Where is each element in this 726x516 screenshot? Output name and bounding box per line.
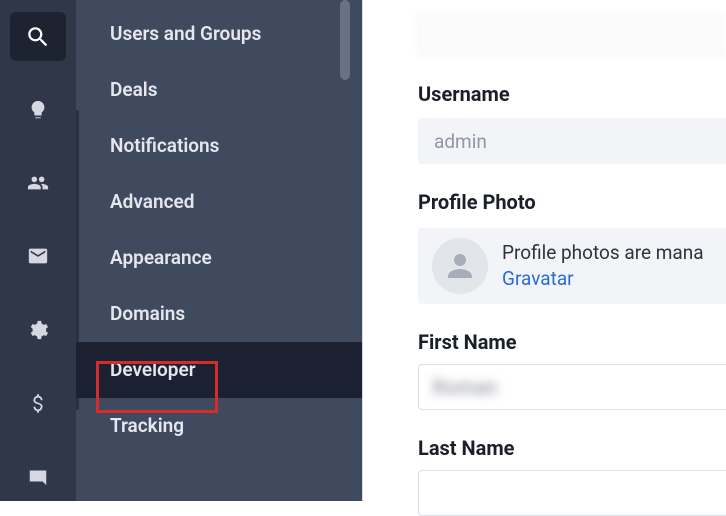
- sidebar-item-label: Users and Groups: [110, 22, 261, 45]
- sidebar-item-appearance[interactable]: Appearance: [76, 230, 362, 286]
- mail-icon[interactable]: [10, 232, 66, 281]
- chat-icon[interactable]: [10, 452, 66, 501]
- dollar-icon[interactable]: [10, 378, 66, 427]
- main-content: Username admin Profile Photo Profile pho…: [362, 0, 726, 501]
- sidebar-item-notifications[interactable]: Notifications: [76, 118, 362, 174]
- profile-photo-row: Profile photos are mana Gravatar: [418, 228, 726, 304]
- person-icon: [442, 248, 478, 284]
- icon-sidebar: [0, 0, 76, 501]
- first-name-value: Roman: [433, 376, 498, 399]
- username-label: Username: [418, 82, 726, 106]
- sidebar-item-users-and-groups[interactable]: Users and Groups: [76, 6, 362, 62]
- last-name-label: Last Name: [418, 436, 726, 460]
- sidebar-item-developer[interactable]: Developer: [76, 342, 362, 398]
- first-name-input[interactable]: Roman: [418, 364, 726, 410]
- sidebar-item-advanced[interactable]: Advanced: [76, 174, 362, 230]
- gravatar-link[interactable]: Gravatar: [502, 267, 574, 290]
- sidebar-item-deals[interactable]: Deals: [76, 62, 362, 118]
- sidebar-item-label: Domains: [110, 302, 185, 325]
- search-icon[interactable]: [10, 12, 66, 61]
- people-icon[interactable]: [10, 159, 66, 208]
- first-name-label: First Name: [418, 330, 726, 354]
- sidebar-item-label: Deals: [110, 78, 158, 101]
- sidebar-item-label: Notifications: [110, 134, 219, 157]
- sidebar-item-label: Appearance: [110, 246, 212, 269]
- sidebar-item-label: Tracking: [110, 414, 184, 437]
- lightbulb-icon[interactable]: [10, 85, 66, 134]
- profile-photo-label: Profile Photo: [418, 190, 726, 214]
- username-value: admin: [434, 130, 487, 153]
- gear-sync-icon[interactable]: [10, 305, 66, 354]
- main-scroll-track: [362, 0, 363, 501]
- profile-photo-text: Profile photos are mana Gravatar: [502, 240, 704, 291]
- settings-sidebar: Users and Groups Deals Notifications Adv…: [76, 0, 362, 501]
- avatar: [432, 238, 488, 294]
- sidebar-item-domains[interactable]: Domains: [76, 286, 362, 342]
- sidebar-item-tracking[interactable]: Tracking: [76, 398, 362, 454]
- blurred-field: [418, 12, 726, 56]
- sidebar-item-label: Advanced: [110, 190, 194, 213]
- username-input[interactable]: admin: [418, 118, 726, 164]
- last-name-input[interactable]: [418, 470, 726, 516]
- sidebar-item-label: Developer: [110, 358, 196, 381]
